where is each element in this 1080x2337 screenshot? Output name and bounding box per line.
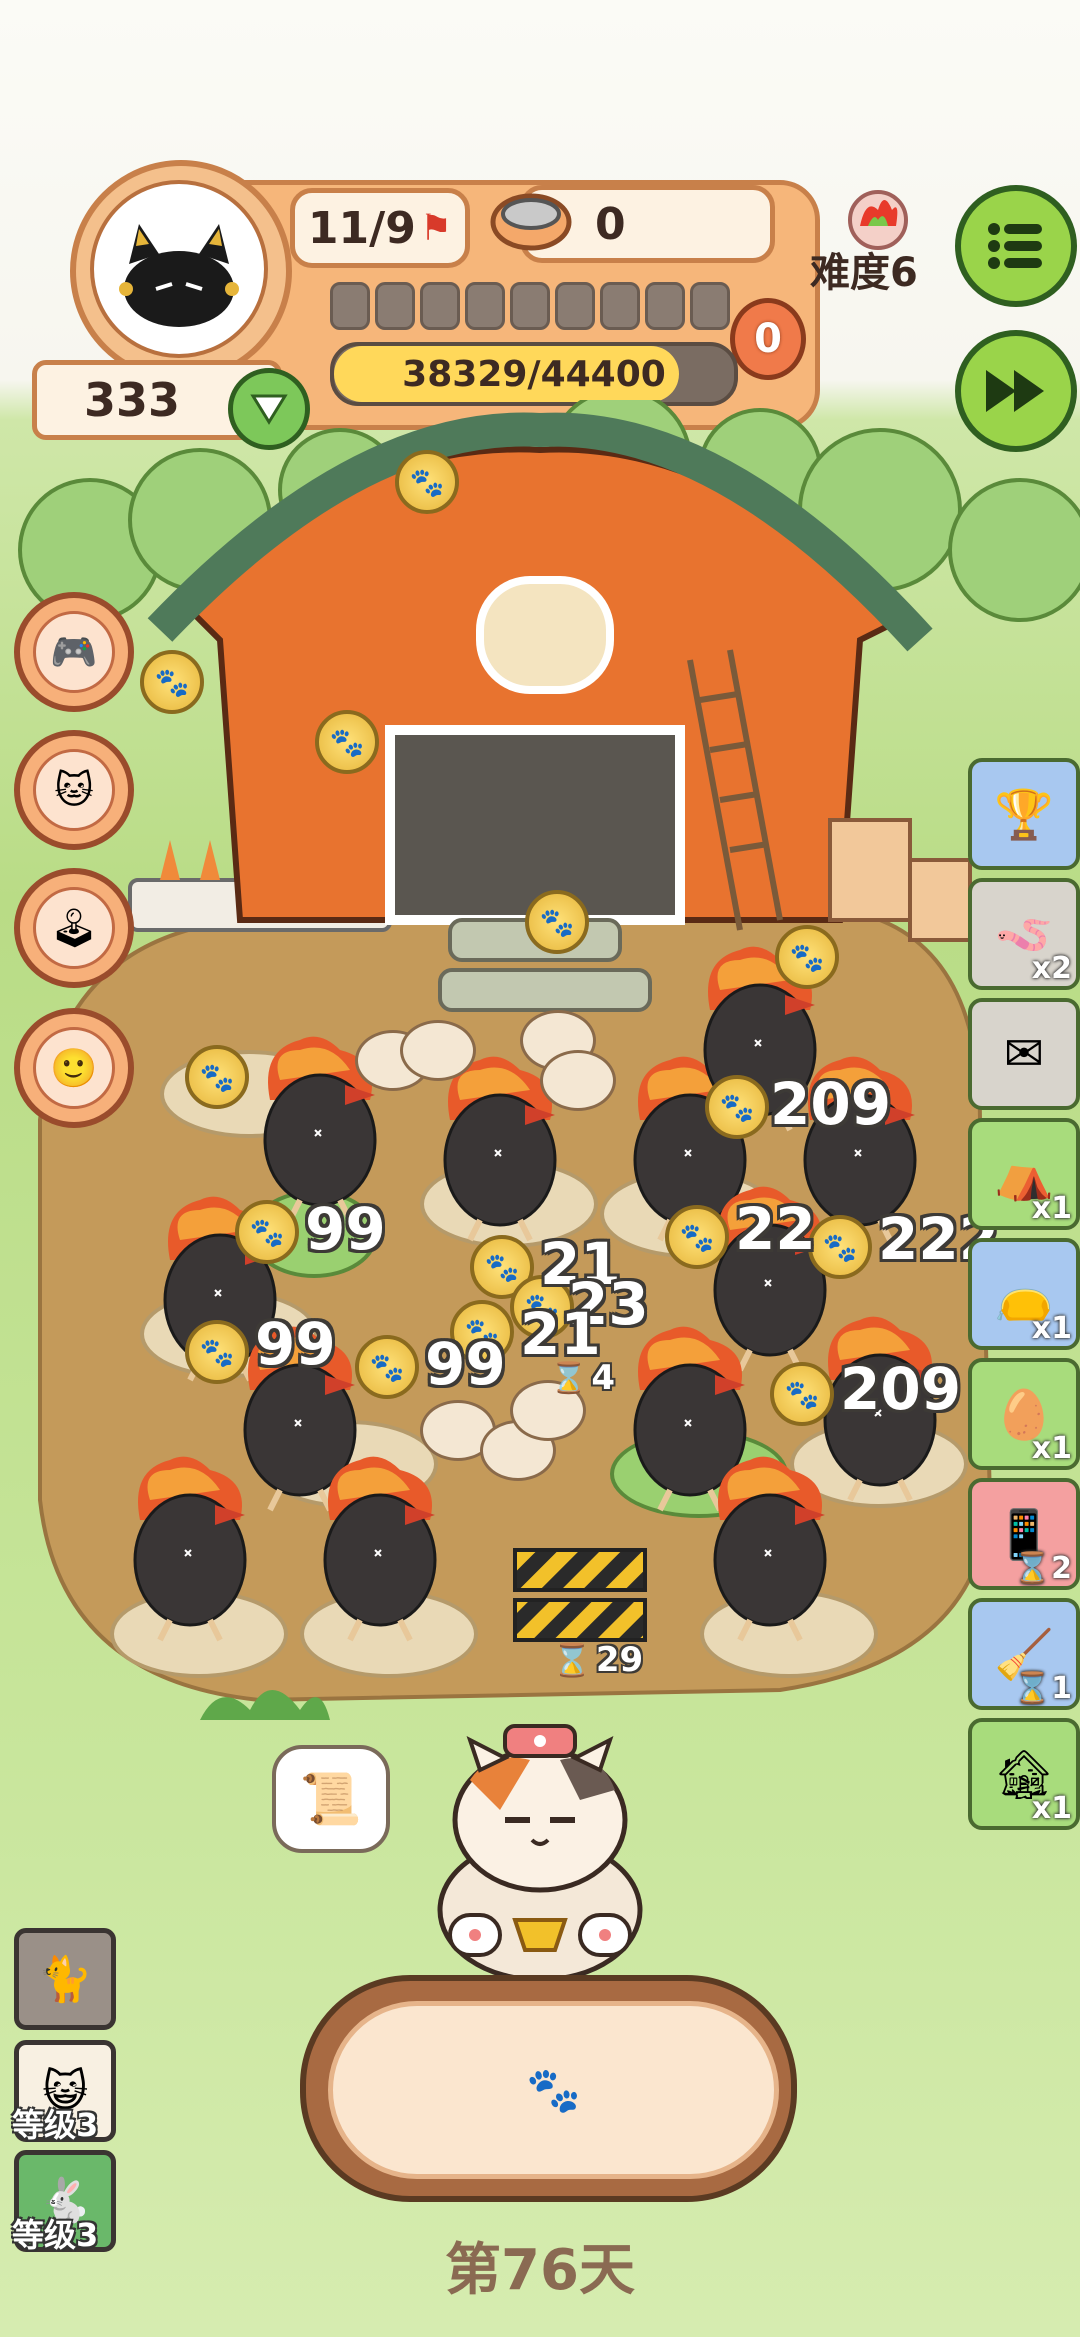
card-count-badge: ⌛2 — [1013, 1551, 1072, 1586]
board-number: 99 — [425, 1330, 506, 1398]
hamster[interactable] — [400, 1020, 476, 1081]
joystick-icon: 🕹 — [49, 905, 99, 950]
silhouette-icon: 🐈 — [37, 1954, 93, 2005]
paw-coin-icon[interactable]: 🐾 — [315, 710, 379, 774]
card-count-badge: x1 — [1031, 1431, 1072, 1466]
phone-card[interactable]: 📱 ⌛2 — [968, 1478, 1080, 1590]
certificate-icon: 📜 — [299, 1769, 363, 1828]
paw-coin-icon[interactable]: 🐾 — [395, 450, 459, 514]
board-number: 99 — [305, 1195, 386, 1263]
trophy-card[interactable]: 🏆 — [968, 758, 1080, 870]
board-number: 209 — [840, 1355, 962, 1423]
house-card[interactable]: 🏚 x1 — [968, 1718, 1080, 1830]
game-console-icon: 🎮 — [50, 629, 98, 674]
character-button[interactable]: 🙂 — [14, 1008, 134, 1128]
board-number: 99 — [255, 1310, 336, 1378]
card-count-badge: x1 — [1031, 1191, 1072, 1226]
paw-coin-icon[interactable]: 🐾 — [775, 925, 839, 989]
game-console-button[interactable]: 🎮 — [14, 592, 134, 712]
paw-coin-icon[interactable]: 🐾 — [185, 1320, 249, 1384]
joystick-button[interactable]: 🕹 — [14, 868, 134, 988]
barrier-timer: ⌛ 29 — [552, 1640, 643, 1680]
shovel-card[interactable]: 🧹 ⌛1 — [968, 1598, 1080, 1710]
paw-coin-icon[interactable]: 🐾 — [140, 650, 204, 714]
paw-coin-icon[interactable]: 🐾 — [705, 1075, 769, 1139]
tent-card[interactable]: ⛺ x1 — [968, 1118, 1080, 1230]
card-count-badge: x1 — [1031, 1311, 1072, 1346]
cat-bowl-button[interactable]: 🐱 — [14, 730, 134, 850]
board-number: 22 — [735, 1195, 816, 1263]
level-label-1: 等级3 — [12, 2106, 99, 2144]
tool-slot-button[interactable]: 🐈 — [14, 1928, 116, 2030]
bag-card[interactable]: 👝 x1 — [968, 1238, 1080, 1350]
hamster[interactable] — [540, 1050, 616, 1111]
calico-cat-icon — [437, 1724, 643, 1983]
paw-icon: 🐾 — [526, 2065, 581, 2116]
level-label-2: 等级3 — [12, 2216, 99, 2254]
card-count-badge: x1 — [1031, 1791, 1072, 1826]
chef-cat[interactable] — [410, 1720, 670, 1983]
character-icon: 🙂 — [50, 1045, 98, 1090]
letter-icon: ✉ — [1003, 1026, 1045, 1082]
paw-coin-icon[interactable]: 🐾 — [665, 1205, 729, 1269]
day-label: 第76天 — [445, 2238, 635, 2303]
board-number: 21 — [520, 1300, 601, 1368]
paw-coin-icon[interactable]: 🐾 — [355, 1335, 419, 1399]
card-count-badge: x2 — [1031, 951, 1072, 986]
hourglass-icon: ⌛ — [552, 1641, 592, 1679]
certificate-bubble[interactable]: 📜 — [272, 1745, 390, 1853]
action-panel[interactable]: 🐾 — [300, 1975, 797, 2202]
paw-coin-icon[interactable]: 🐾 — [770, 1362, 834, 1426]
cat-bowl-icon: 🐱 — [54, 768, 94, 812]
paw-coin-icon[interactable]: 🐾 — [525, 890, 589, 954]
board-number: 209 — [770, 1070, 892, 1138]
egg-nest-card[interactable]: 🥚 x1 — [968, 1358, 1080, 1470]
card-count-badge: ⌛1 — [1013, 1671, 1072, 1706]
trophy-icon: 🏆 — [994, 786, 1054, 843]
worm-card[interactable]: 🪱 x2 — [968, 878, 1080, 990]
paw-coin-icon[interactable]: 🐾 — [808, 1215, 872, 1279]
letter-card[interactable]: ✉ — [968, 998, 1080, 1110]
paw-coin-icon[interactable]: 🐾 — [185, 1045, 249, 1109]
barrier-timer-value: 29 — [595, 1640, 644, 1680]
paw-coin-icon[interactable]: 🐾 — [235, 1200, 299, 1264]
